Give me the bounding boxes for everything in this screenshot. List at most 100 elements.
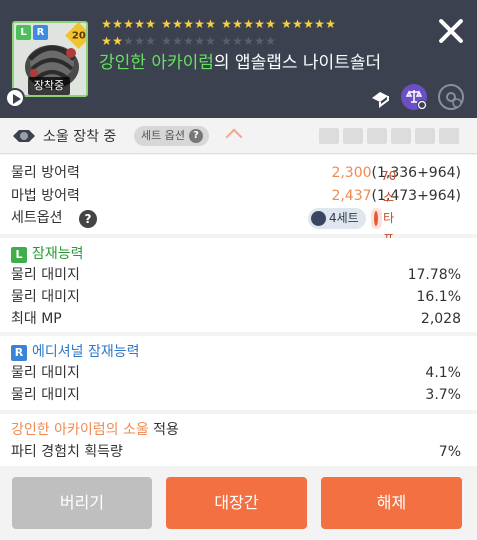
phys-def-total: 2,300 [331,165,372,181]
star-empty-icon: ★ [265,34,276,48]
set-option-help-icon[interactable]: ? [79,210,97,228]
star-filled-icon: ★ [243,17,254,31]
star-filled-icon: ★ [205,17,216,31]
star-filled-icon: ★ [161,17,172,31]
equipped-tag: 장착중 [28,77,70,95]
soul-gem-icon [13,130,35,142]
star-filled-icon: ★ [101,34,112,48]
discard-button[interactable]: 버리기 [12,477,152,529]
star-group: ★ ★ ★ ★ ★ [221,17,276,31]
set-slot-icons [319,128,459,144]
star-empty-icon: ★ [161,34,172,48]
star-group: ★ ★ ★ ★ ★ [101,17,156,31]
phys-def-row: 물리 방어력 2,300(1,336+964) [11,165,461,181]
star-filled-icon: ★ [112,17,123,31]
set-option-row: 세트옵션 ? 4세트 70스타포스 [0,169,477,267]
chevron-up-icon[interactable] [225,128,243,146]
star-empty-icon: ★ [221,34,232,48]
soul-effect-card: 강인한 아카이럼의 소울 적용 파티 경험치 획득량 7% [0,414,477,466]
slot-glove-icon [391,128,411,144]
star-group: ★ ★ ★ ★ ★ [281,17,336,31]
additional-row: 물리 대미지 4.1% [11,365,461,381]
item-name: 강인한 아카이럼의 앱솔랩스 나이트숄더 [99,48,381,73]
unequip-button[interactable]: 해제 [321,477,462,529]
star-filled-icon: ★ [325,17,336,31]
slot-armor-icon [439,128,459,144]
play-icon[interactable] [5,88,25,108]
slot-sword-icon [343,128,363,144]
additional-grade-badge: R [11,344,27,361]
potential-row: 물리 대미지 17.78% [11,267,461,283]
set-count-pill[interactable]: 4세트 [308,208,366,229]
soul-effect-row: 파티 경험치 획득량 7% [11,444,461,460]
potential-title: L 잠재능력 [11,244,84,265]
close-icon[interactable] [436,16,466,46]
set-option-label: 세트 옵션 [141,129,185,142]
star-empty-icon: ★ [123,34,134,48]
action-bar: 버리기 대장간 해제 [0,466,477,540]
set-emblem-icon [311,211,326,226]
help-icon[interactable]: ? [188,129,203,143]
base-stats-card: 물리 방어력 2,300(1,336+964) 마법 방어력 2,437(1,4… [0,155,477,267]
item-name-rest: 의 앱솔랩스 나이트숄더 [213,53,382,73]
star-empty-icon: ★ [183,34,194,48]
star-filled-icon: ★ [112,34,123,48]
star-filled-icon: ★ [265,17,276,31]
star-filled-icon: ★ [292,17,303,31]
mag-def-total: 2,437 [331,188,372,204]
additional-potential-title: R 에디셔널 잠재능력 [11,342,140,363]
star-filled-icon: ★ [303,17,314,31]
set-option-toggle[interactable]: 세트 옵션 ? [134,126,209,146]
soul-apply-line: 강인한 아카이럼의 소울 적용 [11,422,179,438]
share-icon[interactable] [367,84,393,110]
starforce-set-pill[interactable]: 70스타포스 [371,169,396,267]
potential-card: L 잠재능력 물리 대미지 17.78% 물리 대미지 16.1% 최대 MP 2,0… [0,238,477,332]
potential-row: 최대 MP 2,028 [11,311,461,327]
star-filled-icon: ★ [145,17,156,31]
item-name-soul: 강인한 아카이럼 [99,53,214,73]
star-filled-icon: ★ [221,17,232,31]
star-empty-icon: ★ [254,34,265,48]
star-empty-icon: ★ [194,34,205,48]
starforce-emblem-icon [374,211,378,226]
soul-equipped-label: 소울 장착 중 [43,129,117,145]
compare-icon[interactable] [401,84,427,110]
star-group: ★ ★ ★ ★ ★ [101,34,156,48]
item-badge-r: R [33,25,48,40]
star-empty-icon: ★ [243,34,254,48]
item-header: L R 20 장착중 ★ ★ ★ ★ ★ ★ ★ ★ ★ ★ ★ ★ ★ ★ ★ ★ ★ ★ ★ ★ ★ ★ ★ ★ ★ ★ ★ ★ ★… [0,0,477,118]
star-empty-icon: ★ [172,34,183,48]
star-filled-icon: ★ [183,17,194,31]
slot-cape-icon [415,128,435,144]
star-filled-icon: ★ [194,17,205,31]
item-badge-l: L [16,25,31,40]
star-filled-icon: ★ [232,17,243,31]
item-icon: L R 20 장착중 [12,21,88,97]
settings-icon[interactable] [438,84,464,110]
star-filled-icon: ★ [172,17,183,31]
star-empty-icon: ★ [232,34,243,48]
mag-def-row: 마법 방어력 2,437(1,473+964) [11,188,461,204]
star-filled-icon: ★ [101,17,112,31]
slot-shoe-icon [367,128,387,144]
star-filled-icon: ★ [123,17,134,31]
star-empty-icon: ★ [205,34,216,48]
soul-bar: 소울 장착 중 세트 옵션 ? [0,118,477,154]
star-empty-icon: ★ [145,34,156,48]
star-group: ★ ★ ★ ★ ★ [161,34,216,48]
forge-button[interactable]: 대장간 [166,477,307,529]
star-empty-icon: ★ [134,34,145,48]
star-filled-icon: ★ [314,17,325,31]
additional-row: 물리 대미지 3.7% [11,387,461,403]
potential-grade-badge: L [11,246,27,263]
star-group: ★ ★ ★ ★ ★ [161,17,216,31]
star-filled-icon: ★ [281,17,292,31]
potential-row: 물리 대미지 16.1% [11,289,461,305]
star-group: ★ ★ ★ ★ ★ [221,34,276,48]
starforce-stars: ★ ★ ★ ★ ★ ★ ★ ★ ★ ★ ★ ★ ★ ★ ★ ★ ★ ★ ★ ★ ★ ★ ★ ★ ★ ★ ★ ★ ★ ★ ★ ★ ★ ★ ★ [101,17,366,48]
additional-potential-card: R 에디셔널 잠재능력 물리 대미지 4.1% 물리 대미지 3.7% [0,336,477,410]
star-filled-icon: ★ [134,17,145,31]
star-filled-icon: ★ [254,17,265,31]
slot-weapon-icon [319,128,339,144]
soul-name: 강인한 아카이럼의 소울 [11,422,149,438]
